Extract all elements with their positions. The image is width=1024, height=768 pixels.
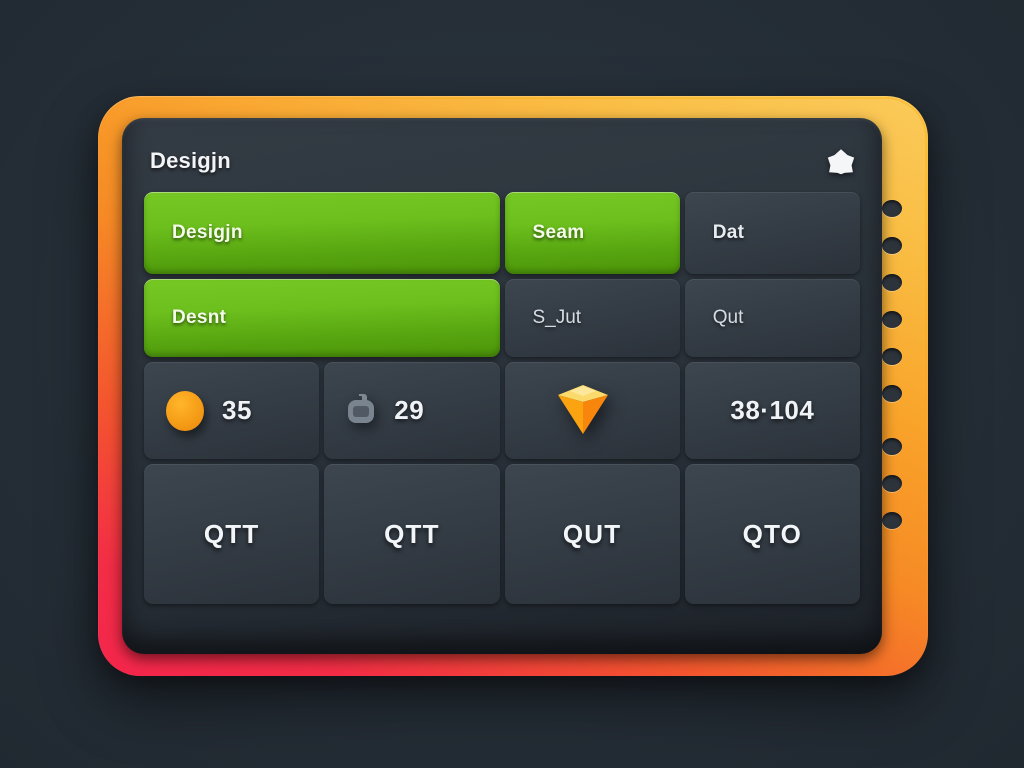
tile-design[interactable]: Desigjn [144,192,500,274]
star-icon[interactable] [826,147,856,176]
stat-tile-38104[interactable]: 38·104 [684,362,860,459]
code-tile-qtt-2[interactable]: QTT [324,464,500,604]
stat-tile-29[interactable]: 29 [324,362,500,459]
code-label: QTO [742,518,803,549]
perf-hole [882,237,902,254]
tile-qut[interactable]: Qut [684,279,860,357]
perforation-band [864,122,920,650]
perf-hole [882,311,902,328]
gem-icon [552,379,614,442]
perf-hole [882,348,902,365]
stat-value: 38·104 [730,395,815,425]
tile-seam[interactable]: Seam [504,192,680,274]
tile-label: Desigjn [172,222,243,243]
perf-hole [882,475,902,492]
tile-grid: Desigjn Seam Dat Desnt S_Jut Qut 35 29 3… [144,192,860,604]
code-tile-qto[interactable]: QTO [684,464,860,604]
tile-label: Qut [712,307,744,328]
orange-circle-icon [166,390,204,431]
screen-header: Desigjn [144,136,860,186]
code-tile-qtt-1[interactable]: QTT [144,464,320,604]
stat-tile-gem[interactable] [504,362,680,459]
code-label: QUT [562,518,622,549]
lock-icon [346,392,376,430]
perf-hole [882,274,902,291]
tile-label: Desnt [172,307,227,328]
tile-desnt[interactable]: Desnt [144,279,500,357]
device-frame: Desigjn Desigjn Seam Dat Desnt S_Jut Qut… [98,96,928,676]
code-tile-qut[interactable]: QUT [504,464,680,604]
tile-sjut[interactable]: S_Jut [504,279,680,357]
stat-value: 29 [394,395,425,425]
code-label: QTT [203,518,260,549]
perf-hole [882,512,902,529]
tile-label: Dat [712,222,745,243]
stat-tile-35[interactable]: 35 [144,362,320,459]
perf-hole [882,200,902,217]
code-label: QTT [384,518,440,549]
perf-hole [882,438,902,455]
tile-dat[interactable]: Dat [684,192,860,274]
tile-label: Seam [532,222,585,243]
tile-label: S_Jut [532,307,582,328]
stat-value: 35 [222,395,252,425]
screen-panel: Desigjn Desigjn Seam Dat Desnt S_Jut Qut… [122,118,882,654]
perf-hole [882,385,902,402]
page-title: Desigjn [150,148,231,173]
